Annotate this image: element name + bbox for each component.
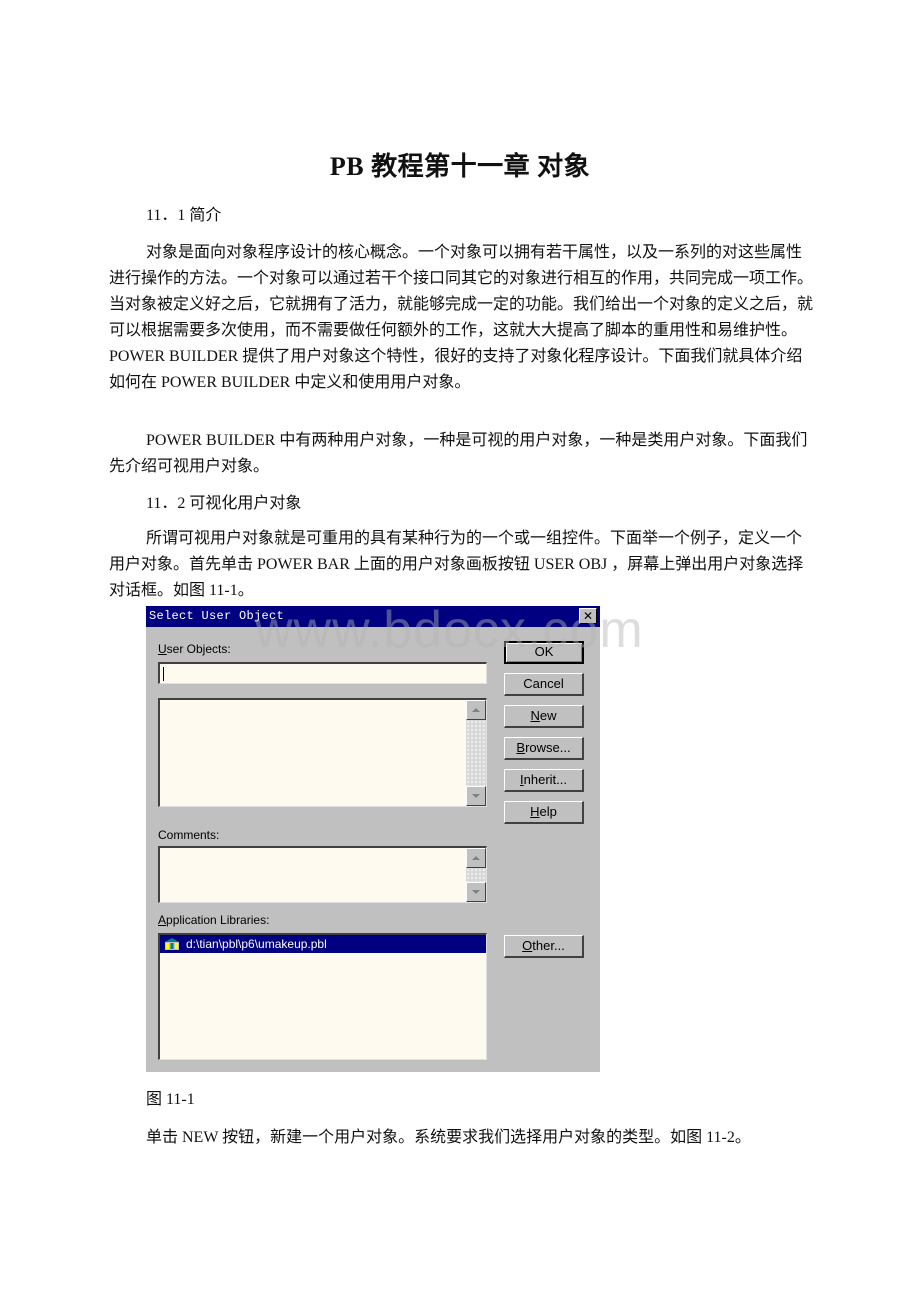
scroll-down-button[interactable] [466, 882, 486, 902]
ok-button[interactable]: OK [504, 641, 584, 664]
accelerator-o: O [522, 938, 533, 953]
page-title: PB 教程第十一章 对象 [329, 152, 591, 181]
accelerator-n: N [530, 708, 540, 723]
scroll-up-button[interactable] [466, 700, 486, 720]
close-icon[interactable]: ✕ [579, 608, 597, 624]
user-objects-scrollbar[interactable] [466, 700, 486, 806]
inherit-button[interactable]: Inherit... [504, 769, 584, 792]
help-button[interactable]: Help [504, 801, 584, 824]
application-libraries-list[interactable]: d:\tian\pbl\p6\umakeup.pbl [158, 933, 487, 1060]
text-caret [163, 667, 164, 681]
scroll-up-button[interactable] [466, 848, 486, 868]
library-list-item[interactable]: d:\tian\pbl\p6\umakeup.pbl [160, 935, 486, 953]
paragraph-user-object-types: POWER BUILDER 中有两种用户对象，一种是可视的用户对象，一种是类用户… [109, 432, 808, 475]
arrow-down-icon [472, 890, 480, 894]
comments-label: Comments: [158, 828, 220, 842]
button-label: elp [539, 804, 557, 819]
paragraph-intro: 对象是面向对象程序设计的核心概念。一个对象可以拥有若干属性，以及一系列的对这些属… [109, 244, 814, 391]
comments-scrollbar[interactable] [466, 848, 486, 902]
arrow-down-icon [472, 794, 480, 798]
accelerator-u: U [158, 642, 167, 656]
paragraph-new-button: 单击 NEW 按钮，新建一个用户对象。系统要求我们选择用户对象的类型。如图 11… [146, 1129, 751, 1146]
other-button[interactable]: Other... [504, 935, 584, 958]
accelerator-a: A [158, 913, 167, 927]
user-objects-label: User Objects: [158, 642, 231, 656]
section-heading-visual-objects: 11．2 可视化用户对象 [146, 495, 302, 512]
scroll-down-button[interactable] [466, 786, 486, 806]
browse-button[interactable]: Browse... [504, 737, 584, 760]
arrow-up-icon [472, 856, 480, 860]
button-label: rowse... [525, 740, 571, 755]
user-object-name-input[interactable] [158, 662, 487, 684]
button-label: ther... [532, 938, 565, 953]
select-user-object-dialog: Select User Object ✕ User Objects: Comme… [146, 606, 600, 1072]
button-label: nherit... [523, 772, 567, 787]
figure-caption: 图 11-1 [146, 1091, 195, 1108]
user-objects-list[interactable] [158, 698, 487, 807]
comments-textarea[interactable] [158, 846, 487, 903]
accelerator-b: B [516, 740, 526, 755]
label-text: pplication Libraries: [166, 913, 270, 927]
label-text: ser Objects: [166, 642, 231, 656]
new-button[interactable]: New [504, 705, 584, 728]
section-heading-intro: 11．1 简介 [146, 207, 222, 224]
paragraph-visual-objects: 所谓可视用户对象就是可重用的具有某种行为的一个或一组控件。下面举一个例子，定义一… [109, 530, 804, 599]
library-path: d:\tian\pbl\p6\umakeup.pbl [186, 937, 327, 951]
accelerator-h: H [530, 804, 540, 819]
dialog-titlebar[interactable]: Select User Object ✕ [146, 606, 600, 627]
application-libraries-label: Application Libraries: [158, 913, 269, 927]
library-icon [165, 938, 179, 950]
button-label: ew [539, 708, 557, 723]
dialog-title: Select User Object [149, 609, 285, 623]
cancel-button[interactable]: Cancel [504, 673, 584, 696]
arrow-up-icon [472, 708, 480, 712]
